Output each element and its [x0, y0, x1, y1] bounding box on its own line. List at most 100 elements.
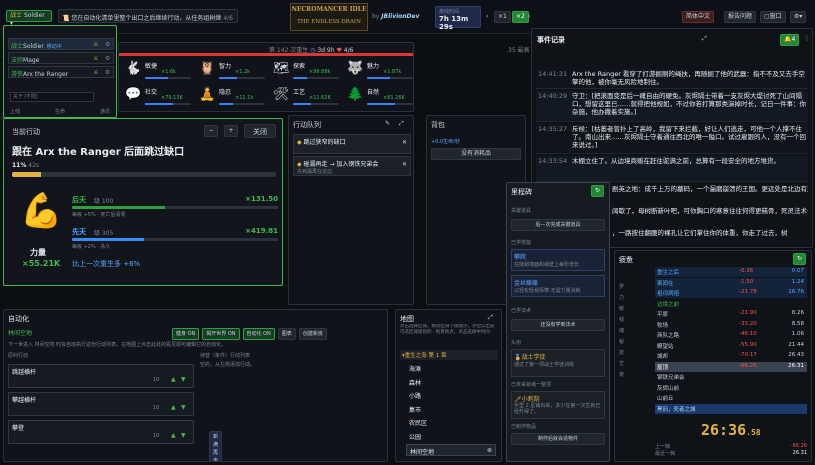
action-progress-fill — [12, 172, 42, 177]
stat-name: 隐忍 — [219, 89, 232, 96]
stat-card[interactable]: 🐺 魅力 ×1.87k — [347, 59, 413, 81]
fatigue-row[interactable]: 城邦 -70.17 26.43 — [655, 351, 807, 361]
queue-item[interactable]: ◆ 碰漏再走 → 加入钢铁兄弟会 先到漏再在这边 ✕ — [293, 156, 411, 176]
stat-card[interactable]: 🛠 工艺 ×11.62K — [273, 85, 341, 107]
gear-icon[interactable]: ⚙ — [105, 55, 110, 62]
map-place[interactable]: 林间空地 ⊗ — [406, 443, 496, 456]
sword-icon[interactable]: ⚔ — [93, 69, 98, 76]
expand-icon[interactable]: ⤢ — [399, 120, 404, 128]
feedback-button[interactable]: 报告问题 — [724, 11, 757, 23]
auto-toggle-button[interactable]: 创建新房 — [298, 328, 327, 340]
notice-banner[interactable]: 📜 您在自动化清单里整个出口之后继续行动，从任务组树继 4/6 — [58, 9, 238, 23]
map-place[interactable]: 农民区 — [406, 416, 496, 428]
language-button[interactable]: 简体中文 — [682, 11, 715, 23]
log-expand-icon[interactable]: ⤢ — [702, 35, 707, 43]
auto-toggle-button[interactable]: 自动化 ON — [242, 328, 275, 340]
character-selector[interactable]: 战士 Soldier ▾ — [6, 10, 52, 27]
queue-item[interactable]: ◆ 跳过狭窄的缺口 ✕ — [293, 134, 411, 154]
fatigue-refresh-button[interactable]: ↻ — [793, 253, 807, 265]
fatigue-row[interactable]: 祖词病祖 -21.78 16.76 — [655, 288, 807, 298]
auto-row[interactable]: 攀越横杆 10 ▲ ▼ — [8, 392, 194, 416]
speed-x1-button[interactable]: ×1 — [494, 11, 511, 23]
speed-x2-button[interactable]: ×2 — [512, 11, 529, 23]
edit-icon[interactable]: ✎ — [385, 120, 390, 127]
close-icon[interactable]: ⊗ — [487, 447, 492, 454]
fatigue-row[interactable]: 屋顶 -66.26 26:31 — [655, 361, 807, 372]
party-footer-c[interactable]: 通讯 — [100, 108, 110, 115]
auto-row-num[interactable]: 10 — [153, 405, 159, 411]
fatigue-row[interactable]: 平原 -21.90 8.26 — [655, 309, 807, 319]
arrow-up-icon[interactable]: ▲ — [171, 376, 176, 383]
map-place[interactable]: 小路 — [406, 389, 496, 401]
arrow-up-icon[interactable]: ▲ — [171, 432, 176, 439]
map-place[interactable]: 集市 — [406, 403, 496, 415]
party-footer-a[interactable]: 上线 — [10, 108, 20, 115]
auto-row-num[interactable]: 10 — [153, 377, 159, 383]
milestone-refresh-button[interactable]: ↻ — [591, 185, 605, 197]
author-credit[interactable]: by JBlivionDev — [372, 13, 420, 20]
fatigue-row[interactable]: 案闻在 -1.50 1.24 — [655, 277, 807, 288]
party-member[interactable]: 战士Soldier 移动中 ⚔ ⚙ — [8, 38, 114, 50]
fatigue-row[interactable]: 边境之前 — [655, 299, 807, 309]
auto-toggle-button[interactable]: 图表 — [277, 328, 296, 340]
ms-next-card[interactable]: 🗡小刺刮 手里 2 星铺出来，多少在第一次生就已经升得了。 — [511, 391, 605, 419]
close-icon[interactable]: ✕ — [402, 161, 407, 168]
arrow-up-icon[interactable]: ▲ — [171, 404, 176, 411]
action-plus-button[interactable]: + — [224, 125, 238, 137]
map-place[interactable]: 公园 — [406, 430, 496, 442]
close-icon[interactable]: ✕ — [402, 139, 407, 146]
party-footer-b[interactable]: 生命 — [55, 108, 65, 115]
fatigue-row[interactable]: 牧场 -33.20 8.58 — [655, 320, 807, 330]
notification-badge[interactable]: 🔔4 — [780, 34, 800, 46]
fatigue-row[interactable]: 黑旧，死者之城 — [655, 403, 807, 414]
ms-title-card[interactable]: 🏅战士学徒 通过了第一项战士学徒训练 — [511, 349, 605, 377]
map-expand-icon[interactable]: ⤢ — [488, 314, 493, 322]
speed-up-icon[interactable]: › — [528, 13, 530, 20]
stat-card[interactable]: 🦉 智力 ×1.2k — [199, 59, 267, 81]
auto-toggle-button[interactable]: 揭开世界 ON — [202, 328, 240, 340]
auto-row[interactable]: 攀登 10 ▲ ▼ 新满再走 — [8, 420, 223, 461]
stat-mult: ×1.6k — [161, 69, 177, 75]
auto-tab[interactable]: 林间空地 — [8, 328, 32, 337]
growth-level: 级 100 — [94, 198, 114, 205]
arrow-down-icon[interactable]: ▼ — [181, 432, 186, 439]
speed-down-icon[interactable]: ‹ — [486, 13, 488, 20]
stat-card[interactable]: 🐇 敏捷 ×1.6k — [125, 59, 193, 81]
fatigue-row[interactable]: 灰烬山前 — [655, 383, 807, 393]
action-minus-button[interactable]: − — [204, 125, 218, 137]
action-close-button[interactable]: 关闭 — [244, 124, 276, 138]
party-member[interactable]: 游侠Arx the Ranger ⚔ ⚙ — [8, 66, 114, 78]
map-place[interactable]: 森林 — [406, 376, 496, 388]
stat-card[interactable]: 🗺 探索 ×96.88k — [273, 59, 341, 81]
sword-icon[interactable]: ⚔ — [93, 41, 98, 48]
gear-icon[interactable]: ⚙ — [105, 41, 110, 48]
fatigue-row[interactable]: 重生之后 -0.36 0.07 — [655, 267, 807, 277]
window-button[interactable]: ▢窗口 — [760, 11, 786, 23]
arrow-down-icon[interactable]: ▼ — [181, 404, 186, 411]
sword-icon[interactable]: ⚔ — [93, 55, 98, 62]
settings-button[interactable]: ⚙▾ — [790, 11, 807, 23]
offline-timer[interactable]: 离线时间 7h 13m 29s — [435, 6, 481, 31]
auto-row[interactable]: 跳越横杆 10 ▲ ▼ — [8, 364, 194, 388]
stat-card[interactable]: 💬 社交 ×79.13K — [125, 85, 193, 107]
party-member[interactable]: 法师Mage ⚔ ⚙ — [8, 52, 114, 64]
skill-card[interactable]: 攀爬 在陡峭墙面和峭壁上每秒增长 — [511, 249, 605, 271]
auto-row-extra-button[interactable]: 新满再走 — [209, 431, 223, 461]
auto-toggle-button[interactable]: 健身 ON — [172, 328, 200, 340]
map-place[interactable]: 海滩 — [406, 362, 496, 374]
fatigue-row[interactable]: 钢铁兄弟会 — [655, 372, 807, 382]
auto-row-num[interactable]: 10 — [153, 433, 159, 439]
stat-card[interactable]: 🧘 隐忍 ×11.1k — [199, 85, 267, 107]
fatigue-row[interactable]: 商队之路 -46.10 1.06 — [655, 330, 807, 340]
arrow-down-icon[interactable]: ▼ — [181, 376, 186, 383]
skill-card[interactable]: 金丝藤藤 以轻松轻易挥攀·无需力量消耗 — [511, 275, 605, 297]
gear-icon[interactable]: ⚙ — [105, 69, 110, 76]
action-progress-bar — [12, 172, 276, 177]
fatigue-row[interactable]: 山前丘 — [655, 393, 807, 403]
party-search-input[interactable] — [10, 92, 94, 102]
map-chapter[interactable]: ▾重生之岛 第 1 章 — [400, 350, 498, 360]
stat-card[interactable]: 🌲 自然 ×81.26K — [347, 85, 413, 107]
log-menu-icon[interactable]: ⋮ — [804, 35, 810, 42]
growth-row: 先天 级 305 ×419.81 每级 +2% · 永久 — [72, 227, 278, 255]
fatigue-row[interactable]: 瞭望站 -55.90 21.44 — [655, 341, 807, 351]
